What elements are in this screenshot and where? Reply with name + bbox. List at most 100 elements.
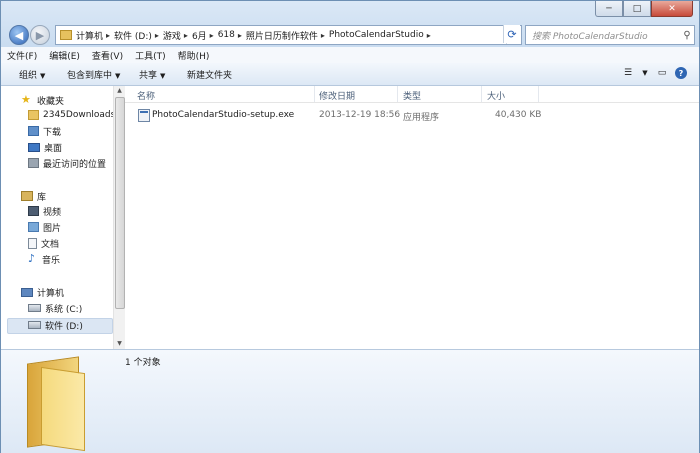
drive-icon [28,321,41,329]
application-icon [138,109,150,122]
nav-label: 收藏夹 [37,96,65,107]
nav-item-music[interactable]: ♪ 音乐 [28,252,60,266]
breadcrumb-separator-icon[interactable]: ▸ [238,31,242,40]
chevron-down-icon: ▼ [160,72,166,80]
scroll-down-icon[interactable]: ▼ [114,339,125,349]
nav-label: 2345Downloads [43,110,116,120]
column-divider[interactable] [397,86,398,102]
include-in-library-button[interactable]: 包含到库中 ▼ [67,68,120,81]
forward-arrow-icon: ▶ [35,28,45,42]
nav-item-recent-places[interactable]: 最近访问的位置 [28,156,106,170]
menu-view[interactable]: 查看(V) [86,49,129,62]
include-in-library-label: 包含到库中 [67,71,113,81]
back-button[interactable]: ◀ [9,25,29,45]
column-type[interactable]: 类型 [403,89,421,102]
column-header-row: 名称 修改日期 类型 大小 [125,86,699,103]
search-icon[interactable]: ⚲ [680,30,694,41]
breadcrumb-separator-icon[interactable]: ▸ [210,31,214,40]
breadcrumb-item[interactable]: 游戏 ▸ [163,29,192,42]
library-icon [21,191,33,201]
nav-libraries[interactable]: 库 [21,189,46,203]
nav-item-downloads[interactable]: 下载 [28,124,61,138]
breadcrumb-separator-icon[interactable]: ▸ [321,31,325,40]
column-modified[interactable]: 修改日期 [319,89,355,102]
nav-item-documents[interactable]: 文档 [28,236,59,250]
menu-file[interactable]: 文件(F) [1,49,43,62]
nav-label: 音乐 [42,255,61,266]
breadcrumb-item[interactable]: 软件 (D:) ▸ [114,29,163,42]
music-icon: ♪ [28,252,36,265]
nav-label: 桌面 [44,143,63,154]
file-modified: 2013-12-19 18:56 [319,110,401,120]
breadcrumb-separator-icon[interactable]: ▸ [427,31,431,40]
minimize-button[interactable]: ─ [595,1,623,17]
nav-label: 最近访问的位置 [43,159,107,170]
star-icon: ★ [21,93,31,106]
forward-button[interactable]: ▶ [30,25,50,45]
breadcrumb-item[interactable]: PhotoCalendarStudio ▸ [329,30,435,40]
breadcrumb-label: 计算机 [76,31,104,42]
back-arrow-icon: ◀ [14,28,24,42]
breadcrumb-item[interactable]: 618 ▸ [218,30,246,40]
nav-label: 计算机 [37,288,65,299]
scrollbar-thumb[interactable] [115,97,125,309]
search-input[interactable]: 搜索 PhotoCalendarStudio [532,29,680,42]
share-button[interactable]: 共享 ▼ [139,68,165,81]
nav-label: 系统 (C:) [45,304,83,315]
nav-scrollbar[interactable]: ▲ ▼ [113,86,125,349]
file-list: 名称 修改日期 类型 大小 PhotoCalendarStudio-setup.… [125,86,699,349]
menu-help[interactable]: 帮助(H) [172,49,216,62]
address-bar[interactable]: 计算机 ▸ 软件 (D:) ▸ 游戏 ▸ 6月 ▸ 618 ▸ 照片日历制作软件 ▸ Pho… [55,25,522,45]
view-options-icon[interactable]: ☰ [621,67,635,79]
menu-tools[interactable]: 工具(T) [129,49,172,62]
column-divider[interactable] [481,86,482,102]
refresh-button[interactable]: ⟳ [503,25,520,43]
column-divider[interactable] [314,86,315,102]
nav-item-videos[interactable]: 视频 [28,204,61,218]
search-box[interactable]: 搜索 PhotoCalendarStudio ⚲ [525,25,695,45]
scroll-up-icon[interactable]: ▲ [114,86,125,96]
drive-icon [28,304,41,312]
menu-bar: 文件(F) 编辑(E) 查看(V) 工具(T) 帮助(H) [1,47,699,64]
window-controls: ─ □ ✕ [595,1,693,17]
file-type: 应用程序 [403,113,440,123]
breadcrumb-item[interactable]: 照片日历制作软件 ▸ [246,29,329,42]
nav-label: 文档 [41,239,60,250]
folder-front [41,366,85,452]
nav-item-pictures[interactable]: 图片 [28,220,61,234]
folder-icon [27,356,85,452]
chevron-down-icon: ▼ [115,72,121,80]
details-pane: 1 个对象 [1,349,699,453]
nav-favorites[interactable]: ★ 收藏夹 [21,93,64,107]
breadcrumb-separator-icon[interactable]: ▸ [155,31,159,40]
desktop-icon [28,142,40,152]
column-divider[interactable] [538,86,539,102]
menu-edit[interactable]: 编辑(E) [43,49,86,62]
file-row[interactable]: PhotoCalendarStudio-setup.exe 2013-12-19… [125,108,699,124]
organize-button[interactable]: 组织 ▼ [19,68,45,81]
nav-item-drive-c[interactable]: 系统 (C:) [28,301,82,315]
breadcrumb-item[interactable]: 计算机 ▸ [76,29,114,42]
nav-label: 软件 (D:) [45,321,83,332]
nav-item-2345downloads[interactable]: 2345Downloads [28,108,115,122]
chevron-down-icon[interactable]: ▼ [641,67,649,79]
breadcrumb-item[interactable]: 6月 ▸ [192,29,218,42]
preview-pane-icon[interactable]: ▭ [655,67,669,79]
breadcrumb-label: 软件 (D:) [114,31,152,42]
nav-item-desktop[interactable]: 桌面 [28,140,62,154]
item-count: 1 个对象 [125,358,161,368]
share-label: 共享 [139,71,158,81]
new-folder-button[interactable]: 新建文件夹 [187,68,232,81]
nav-computer[interactable]: 计算机 [21,285,64,299]
nav-label: 库 [37,192,47,203]
column-size[interactable]: 大小 [487,89,505,102]
help-icon[interactable]: ? [675,67,687,79]
nav-item-drive-d[interactable]: 软件 (D:) [28,318,83,332]
file-size: 40,430 KB [495,110,542,120]
breadcrumb-separator-icon[interactable]: ▸ [106,31,110,40]
recent-places-icon [28,158,39,168]
breadcrumb-separator-icon[interactable]: ▸ [184,31,188,40]
maximize-button[interactable]: □ [623,1,651,17]
column-name[interactable]: 名称 [137,89,155,102]
close-button[interactable]: ✕ [651,1,693,17]
